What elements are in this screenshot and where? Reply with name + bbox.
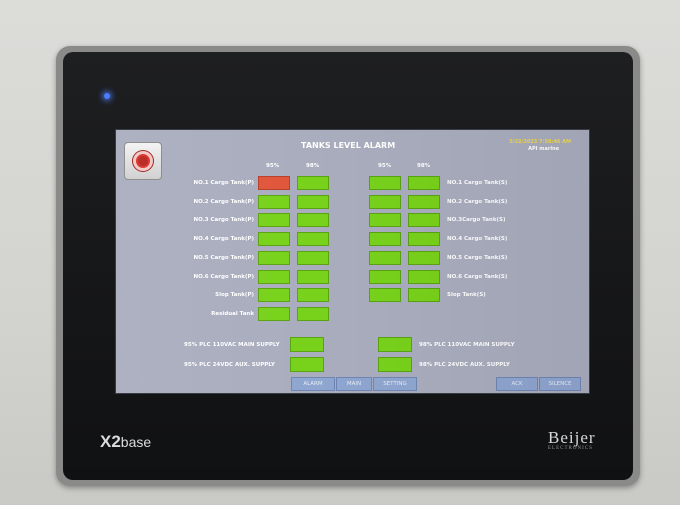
level-indicator-95 — [258, 232, 290, 247]
level-indicator-95 — [258, 288, 290, 303]
level-indicator-98 — [297, 194, 329, 209]
tank-label: NO.5 Cargo Tank(P) — [193, 254, 254, 261]
level-indicator-98 — [408, 194, 440, 209]
tank-label: NO.2 Cargo Tank(P) — [193, 198, 254, 205]
level-indicator-95 — [258, 176, 290, 190]
supply-label-left-aux: 95% PLC 24VDC AUX. SUPPLY — [184, 362, 275, 368]
level-indicator-98 — [297, 213, 329, 228]
supply-indicator-left-aux — [290, 357, 324, 372]
tank-label: Residual Tank — [211, 310, 254, 317]
level-indicator-98 — [408, 250, 440, 265]
level-indicator-98 — [297, 232, 329, 247]
tank-label: NO.6 Cargo Tank(P) — [193, 273, 254, 280]
level-indicator-95 — [369, 213, 401, 228]
level-indicator-95 — [369, 288, 401, 303]
tank-label: Slop Tank(S) — [447, 292, 486, 299]
vessel-name: API marine — [528, 146, 559, 152]
level-indicator-98 — [297, 306, 329, 321]
tank-label: NO.6 Cargo Tank(S) — [447, 273, 508, 280]
supply-label-right-main: 98% PLC 110VAC MAIN SUPPLY — [419, 342, 515, 348]
silence-button[interactable]: SILENCE — [539, 377, 581, 391]
level-indicator-98 — [408, 288, 440, 303]
alarm-tab-button[interactable]: ALARM — [291, 377, 335, 391]
level-indicator-98 — [297, 176, 329, 190]
level-indicator-98 — [408, 213, 440, 228]
level-indicator-95 — [258, 306, 290, 321]
supply-indicator-right-main — [378, 337, 412, 352]
tank-label: NO.1 Cargo Tank(P) — [193, 180, 254, 186]
tank-label: NO.2 Cargo Tank(S) — [447, 198, 508, 205]
brand-logo-beijer: Beijer ELECTRONICS — [548, 428, 596, 451]
level-indicator-95 — [258, 269, 290, 284]
tank-label: NO.3Cargo Tank(S) — [447, 217, 506, 224]
level-indicator-95 — [369, 232, 401, 247]
level-indicator-95 — [369, 269, 401, 284]
tank-label: NO.4 Cargo Tank(S) — [447, 236, 508, 243]
level-indicator-98 — [297, 269, 329, 284]
level-indicator-98 — [408, 269, 440, 284]
level-indicator-98 — [408, 176, 440, 190]
level-indicator-98 — [297, 288, 329, 303]
supply-label-left-main: 95% PLC 110VAC MAIN SUPPLY — [184, 342, 280, 348]
main-tab-button[interactable]: MAIN — [336, 377, 372, 391]
supply-indicator-right-aux — [378, 357, 412, 372]
tank-label: NO.4 Cargo Tank(P) — [193, 236, 254, 243]
setting-tab-button[interactable]: SETTING — [373, 377, 417, 391]
level-indicator-95 — [369, 250, 401, 265]
level-indicator-95 — [258, 250, 290, 265]
supply-label-right-aux: 98% PLC 24VDC AUX. SUPPLY — [419, 362, 510, 368]
level-indicator-95 — [258, 194, 290, 209]
ack-button[interactable]: ACK — [496, 377, 538, 391]
supply-indicator-left-main — [290, 337, 324, 352]
col-header-right-95: 95% — [378, 163, 392, 169]
col-header-left-98: 98% — [306, 163, 320, 169]
page-title: TANKS LEVEL ALARM — [301, 141, 396, 150]
level-indicator-95 — [258, 213, 290, 228]
power-led-icon — [104, 93, 110, 99]
tank-label: Slop Tank(P) — [215, 292, 254, 299]
level-indicator-95 — [369, 194, 401, 209]
col-header-left-95: 95% — [266, 163, 280, 169]
col-header-right-98: 98% — [417, 163, 431, 169]
alarm-indicator-button[interactable] — [124, 142, 162, 180]
level-indicator-98 — [297, 250, 329, 265]
brand-logo-x2base: X2base — [100, 432, 152, 451]
level-indicator-98 — [408, 232, 440, 247]
tank-label: NO.1 Cargo Tank(S) — [447, 180, 508, 186]
tank-label: NO.5 Cargo Tank(S) — [447, 254, 508, 261]
level-indicator-95 — [369, 176, 401, 190]
datetime: 5/22/2023 7:58:46 AM — [509, 139, 571, 145]
tank-label: NO.3 Cargo Tank(P) — [193, 217, 254, 224]
hmi-screen: TANKS LEVEL ALARM 5/22/2023 7:58:46 AM A… — [115, 129, 590, 394]
